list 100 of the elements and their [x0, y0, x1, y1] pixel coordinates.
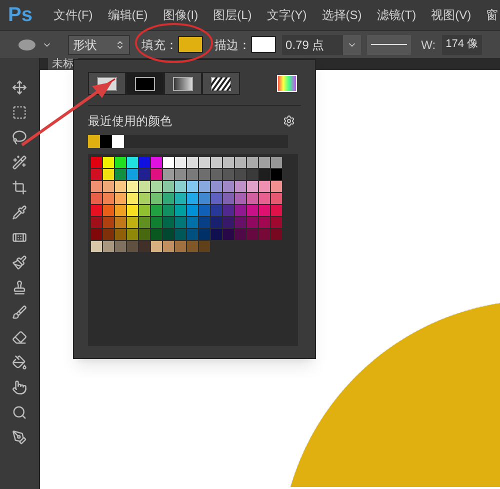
color-swatch-button[interactable] — [250, 36, 276, 53]
pen-tool-icon[interactable] — [12, 430, 27, 445]
menu-item[interactable]: 图像(I) — [162, 6, 198, 24]
color-swatch[interactable] — [187, 217, 198, 228]
color-swatch[interactable] — [259, 205, 270, 216]
color-swatch[interactable] — [271, 169, 282, 180]
color-swatch[interactable] — [235, 157, 246, 168]
ellipse-tool-icon[interactable] — [18, 38, 36, 50]
recent-swatch[interactable] — [88, 135, 100, 148]
color-swatch[interactable] — [103, 157, 114, 168]
color-swatch[interactable] — [247, 229, 258, 240]
color-swatch[interactable] — [271, 229, 282, 240]
color-swatch[interactable] — [115, 181, 126, 192]
menu-item[interactable]: 窗 — [486, 6, 498, 24]
color-swatch[interactable] — [247, 157, 258, 168]
color-swatch[interactable] — [115, 205, 126, 216]
color-swatch[interactable] — [259, 193, 270, 204]
color-swatch[interactable] — [187, 169, 198, 180]
color-swatch[interactable] — [223, 193, 234, 204]
color-swatch[interactable] — [223, 205, 234, 216]
menu-item[interactable]: 图层(L) — [213, 6, 252, 24]
color-swatch[interactable] — [187, 193, 198, 204]
color-swatch[interactable] — [127, 169, 138, 180]
color-swatch[interactable] — [235, 229, 246, 240]
color-swatch[interactable] — [139, 193, 150, 204]
color-swatch[interactable] — [163, 181, 174, 192]
color-swatch[interactable] — [235, 217, 246, 228]
color-swatch[interactable] — [223, 157, 234, 168]
fill-type-button[interactable] — [126, 72, 164, 95]
color-swatch[interactable] — [175, 157, 186, 168]
color-swatch[interactable] — [235, 193, 246, 204]
color-swatch[interactable] — [247, 217, 258, 228]
color-swatch[interactable] — [163, 205, 174, 216]
color-swatch[interactable] — [91, 217, 102, 228]
recent-swatch[interactable] — [112, 135, 124, 148]
recent-swatch[interactable] — [100, 135, 112, 148]
lasso-tool-icon[interactable] — [12, 130, 27, 145]
color-swatch[interactable] — [151, 193, 162, 204]
color-swatch[interactable] — [235, 169, 246, 180]
color-swatch[interactable] — [163, 157, 174, 168]
color-swatch[interactable] — [199, 181, 210, 192]
color-swatch[interactable] — [115, 157, 126, 168]
color-swatch[interactable] — [187, 181, 198, 192]
color-swatch[interactable] — [199, 205, 210, 216]
color-swatch[interactable] — [139, 217, 150, 228]
color-swatch[interactable] — [103, 181, 114, 192]
magnifier-tool-icon[interactable] — [12, 405, 27, 420]
fill-type-button[interactable] — [164, 72, 202, 95]
menu-item[interactable]: 编辑(E) — [108, 6, 148, 24]
marquee-tool-icon[interactable] — [12, 105, 27, 120]
color-swatch[interactable] — [163, 229, 174, 240]
color-swatch[interactable] — [211, 181, 222, 192]
color-swatch[interactable] — [103, 193, 114, 204]
color-swatch[interactable] — [199, 229, 210, 240]
color-swatch[interactable] — [175, 181, 186, 192]
line-style-dropdown[interactable] — [367, 34, 412, 54]
width-field[interactable]: 174 像 — [442, 34, 482, 54]
color-swatch[interactable] — [271, 181, 282, 192]
color-swatch[interactable] — [247, 205, 258, 216]
menu-item[interactable]: 文件(F) — [53, 6, 93, 24]
color-swatch[interactable] — [151, 205, 162, 216]
color-swatch[interactable] — [187, 229, 198, 240]
color-swatch[interactable] — [151, 181, 162, 192]
color-swatch[interactable] — [115, 193, 126, 204]
color-swatch[interactable] — [103, 229, 114, 240]
color-swatch[interactable] — [259, 229, 270, 240]
color-swatch[interactable] — [115, 217, 126, 228]
color-swatch[interactable] — [235, 205, 246, 216]
color-swatch[interactable] — [127, 193, 138, 204]
color-swatch[interactable] — [175, 169, 186, 180]
color-swatch[interactable] — [91, 193, 102, 204]
menu-item[interactable]: 文字(Y) — [266, 6, 307, 24]
color-picker-icon[interactable] — [277, 75, 297, 92]
color-swatch[interactable] — [127, 181, 138, 192]
color-swatch[interactable] — [139, 229, 150, 240]
color-swatch[interactable] — [211, 229, 222, 240]
color-swatch[interactable] — [223, 181, 234, 192]
stamp-tool-icon[interactable] — [12, 280, 27, 295]
color-swatch[interactable] — [151, 157, 162, 168]
settings-icon[interactable] — [283, 115, 295, 127]
menu-item[interactable]: 选择(S) — [322, 6, 362, 24]
color-swatch[interactable] — [199, 157, 210, 168]
color-swatch[interactable] — [259, 181, 270, 192]
color-swatch[interactable] — [151, 229, 162, 240]
color-swatch[interactable] — [223, 217, 234, 228]
color-swatch[interactable] — [199, 169, 210, 180]
color-swatch[interactable] — [91, 205, 102, 216]
color-swatch[interactable] — [175, 229, 186, 240]
color-swatch[interactable] — [139, 157, 150, 168]
color-swatch[interactable] — [115, 241, 126, 252]
color-swatch[interactable] — [91, 229, 102, 240]
paint-bucket-tool-icon[interactable] — [12, 355, 27, 370]
color-swatch-button[interactable] — [178, 36, 203, 53]
color-swatch[interactable] — [127, 241, 138, 252]
crop-tool-icon[interactable] — [12, 180, 27, 195]
color-swatch[interactable] — [163, 217, 174, 228]
color-swatch[interactable] — [175, 205, 186, 216]
color-swatch[interactable] — [235, 181, 246, 192]
color-swatch[interactable] — [223, 229, 234, 240]
color-swatch[interactable] — [115, 229, 126, 240]
